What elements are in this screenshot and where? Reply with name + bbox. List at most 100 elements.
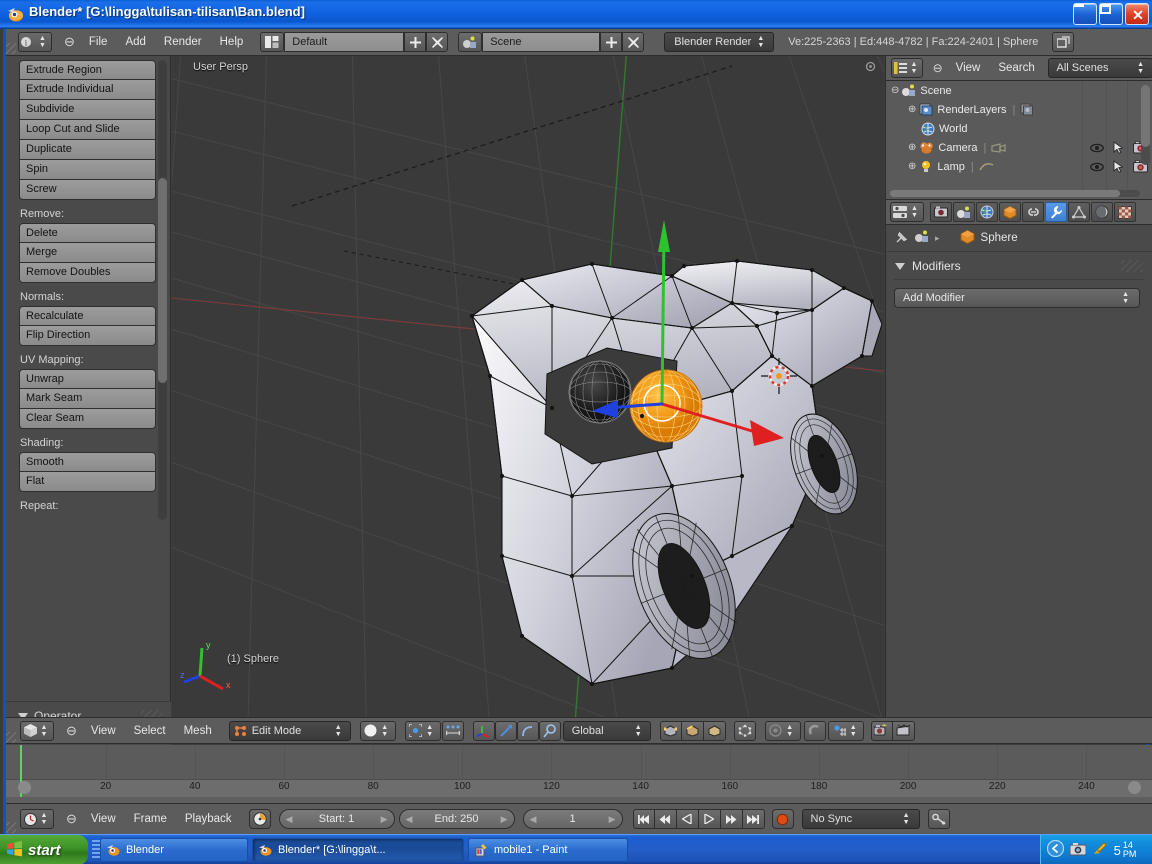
camera-tray-icon[interactable] bbox=[1069, 842, 1087, 859]
maximize-button[interactable] bbox=[1099, 3, 1123, 25]
limit-selection-visible-icon[interactable] bbox=[733, 720, 756, 741]
menu-render[interactable]: Render bbox=[155, 32, 211, 52]
rotate-manipulator-icon[interactable] bbox=[494, 720, 517, 741]
tool-button-smooth[interactable]: Smooth bbox=[19, 452, 156, 472]
tool-button-subdivide[interactable]: Subdivide bbox=[19, 100, 156, 120]
collapse-menu-icon[interactable]: ⊖ bbox=[61, 811, 82, 827]
vertex-select-icon[interactable] bbox=[659, 720, 682, 741]
start-frame-field[interactable]: ◀ Start: 1 ▶ bbox=[278, 809, 395, 829]
skip-back-icon[interactable] bbox=[654, 809, 677, 829]
outliner-row[interactable]: ⊕ RenderLayers | bbox=[886, 100, 1152, 119]
scale-manipulator-icon[interactable] bbox=[516, 720, 539, 741]
viewport-lock-icon[interactable] bbox=[865, 61, 876, 72]
system-clock[interactable]: 5 14 PM bbox=[1103, 838, 1147, 862]
menu-file[interactable]: File bbox=[80, 32, 117, 52]
tool-button-extrude-region[interactable]: Extrude Region bbox=[19, 60, 156, 80]
jump-to-end-icon[interactable] bbox=[742, 809, 765, 829]
translate-manipulator-icon[interactable] bbox=[472, 720, 495, 741]
menu-help[interactable]: Help bbox=[211, 32, 253, 52]
viewport-shading-selector[interactable]: ▲ ▼ bbox=[359, 720, 396, 741]
show-hidden-icons-icon[interactable] bbox=[1046, 839, 1065, 860]
skip-forward-icon[interactable] bbox=[720, 809, 743, 829]
viewport-3d[interactable]: z y x User Persp (1) Sphere bbox=[172, 56, 884, 717]
outliner-row[interactable]: World bbox=[886, 119, 1152, 138]
snap-magnet-icon[interactable] bbox=[803, 720, 826, 741]
outliner-tree[interactable]: ⊖ Scene ⊕ RenderLayers | World ⊕ Camera | ⊕ Lamp | bbox=[886, 81, 1152, 191]
object-data-icon[interactable] bbox=[915, 230, 929, 246]
render-opengl-animation-icon[interactable] bbox=[892, 720, 915, 741]
taskbar-task-button[interactable]: mobile1 - Paint bbox=[468, 838, 628, 862]
keying-set-icon[interactable] bbox=[927, 809, 950, 829]
magnify-icon[interactable] bbox=[538, 720, 561, 741]
delete-scene-button[interactable] bbox=[622, 32, 645, 52]
snap-increment-icon[interactable]: ▲ ▼ bbox=[827, 720, 864, 741]
pin-icon[interactable] bbox=[895, 230, 909, 247]
taskbar-task-button[interactable]: Blender* [G:\lingga\t... bbox=[252, 838, 464, 862]
start-button[interactable]: start bbox=[0, 835, 88, 864]
screen-layout-field[interactable]: Default bbox=[284, 32, 405, 52]
menu-view[interactable]: View bbox=[947, 58, 990, 78]
menu-view[interactable]: View bbox=[82, 809, 125, 829]
eye-icon[interactable] bbox=[1090, 162, 1104, 172]
tool-button-unwrap[interactable]: Unwrap bbox=[19, 369, 156, 389]
proportional-editing-off-icon[interactable]: ▲ ▼ bbox=[764, 720, 801, 741]
end-frame-field[interactable]: ◀ End: 250 ▶ bbox=[398, 809, 515, 829]
current-frame-field[interactable]: ◀ 1 ▶ bbox=[522, 809, 623, 829]
tool-button-duplicate[interactable]: Duplicate bbox=[19, 140, 156, 160]
outliner-editor-type-selector[interactable]: ▲ ▼ bbox=[891, 58, 923, 78]
tool-button-clear-seam[interactable]: Clear Seam bbox=[19, 409, 156, 429]
collapse-toggle-icon[interactable]: ⊖ bbox=[891, 85, 899, 96]
expand-toggle-icon[interactable]: ⊕ bbox=[908, 142, 916, 153]
screen-layout-icon[interactable] bbox=[260, 32, 285, 52]
render-opengl-image-icon[interactable] bbox=[870, 720, 893, 741]
world-tab[interactable] bbox=[976, 202, 998, 222]
object-tab[interactable] bbox=[999, 202, 1021, 222]
proportional-edit-icon[interactable] bbox=[441, 720, 464, 741]
menu-playback[interactable]: Playback bbox=[176, 809, 241, 829]
close-button[interactable]: ✕ bbox=[1125, 3, 1149, 25]
view3d-editor-type-selector[interactable]: ▲ ▼ bbox=[20, 720, 54, 741]
outliner-hscrollbar[interactable] bbox=[890, 190, 1140, 197]
sync-mode-selector[interactable]: No Sync ▲ ▼ bbox=[801, 809, 920, 829]
pivot-point-selector[interactable]: ▲ ▼ bbox=[404, 720, 441, 741]
menu-view[interactable]: View bbox=[82, 721, 125, 741]
minimize-button[interactable] bbox=[1073, 3, 1097, 25]
expand-toggle-icon[interactable]: ⊕ bbox=[908, 161, 916, 172]
constraints-tab[interactable] bbox=[1022, 202, 1044, 222]
texture-tab[interactable] bbox=[1114, 202, 1136, 222]
add-modifier-button[interactable]: Add Modifier ▲ ▼ bbox=[894, 288, 1140, 308]
scene-field[interactable]: Scene bbox=[482, 32, 601, 52]
menu-search[interactable]: Search bbox=[989, 58, 1043, 78]
menu-mesh[interactable]: Mesh bbox=[175, 721, 221, 741]
outliner-row[interactable]: ⊖ Scene bbox=[886, 81, 1152, 100]
tool-button-recalculate[interactable]: Recalculate bbox=[19, 306, 156, 326]
properties-editor-type-selector[interactable]: ▲ ▼ bbox=[890, 202, 924, 222]
timeline-ruler[interactable]: 20 40 60 80 100 120 140 160 180 200 220 240 bbox=[6, 779, 1152, 797]
auto-keyframe-icon[interactable] bbox=[248, 809, 271, 829]
editor-type-selector[interactable]: i ▲ ▼ bbox=[18, 32, 52, 52]
jump-to-start-icon[interactable] bbox=[632, 809, 655, 829]
tool-button-mark-seam[interactable]: Mark Seam bbox=[19, 389, 156, 409]
modifiers-tab[interactable] bbox=[1045, 202, 1067, 222]
tool-button-loop-cut-and-slide[interactable]: Loop Cut and Slide bbox=[19, 120, 156, 140]
modifiers-panel-header[interactable]: Modifiers bbox=[886, 255, 1152, 277]
add-screen-button[interactable] bbox=[404, 32, 427, 52]
menu-add[interactable]: Add bbox=[116, 32, 154, 52]
outliner-row[interactable]: ⊕ Camera | bbox=[886, 138, 1152, 157]
expand-toggle-icon[interactable]: ⊕ bbox=[908, 104, 916, 115]
transform-orientation-selector[interactable]: Global ▲ ▼ bbox=[562, 720, 651, 741]
timeline-canvas[interactable]: 20 40 60 80 100 120 140 160 180 200 220 240 bbox=[6, 745, 1152, 803]
timeline-scroll-right-knob[interactable] bbox=[1128, 781, 1141, 794]
timeline-scroll-left-knob[interactable] bbox=[18, 781, 31, 794]
interaction-mode-selector[interactable]: Edit Mode ▲ ▼ bbox=[228, 720, 351, 741]
tool-button-flat[interactable]: Flat bbox=[19, 472, 156, 492]
render-engine-selector[interactable]: Blender Render ▲ ▼ bbox=[664, 32, 775, 52]
area-resize-grip[interactable] bbox=[6, 43, 16, 54]
toolshelf-scrollbar[interactable] bbox=[158, 60, 167, 520]
play-reverse-icon[interactable] bbox=[676, 809, 699, 829]
play-icon[interactable] bbox=[698, 809, 721, 829]
tool-button-flip-direction[interactable]: Flip Direction bbox=[19, 326, 156, 346]
lamp-data-icon[interactable] bbox=[979, 160, 994, 173]
outliner-row[interactable]: ⊕ Lamp | bbox=[886, 157, 1152, 176]
area-resize-grip[interactable] bbox=[6, 732, 16, 743]
